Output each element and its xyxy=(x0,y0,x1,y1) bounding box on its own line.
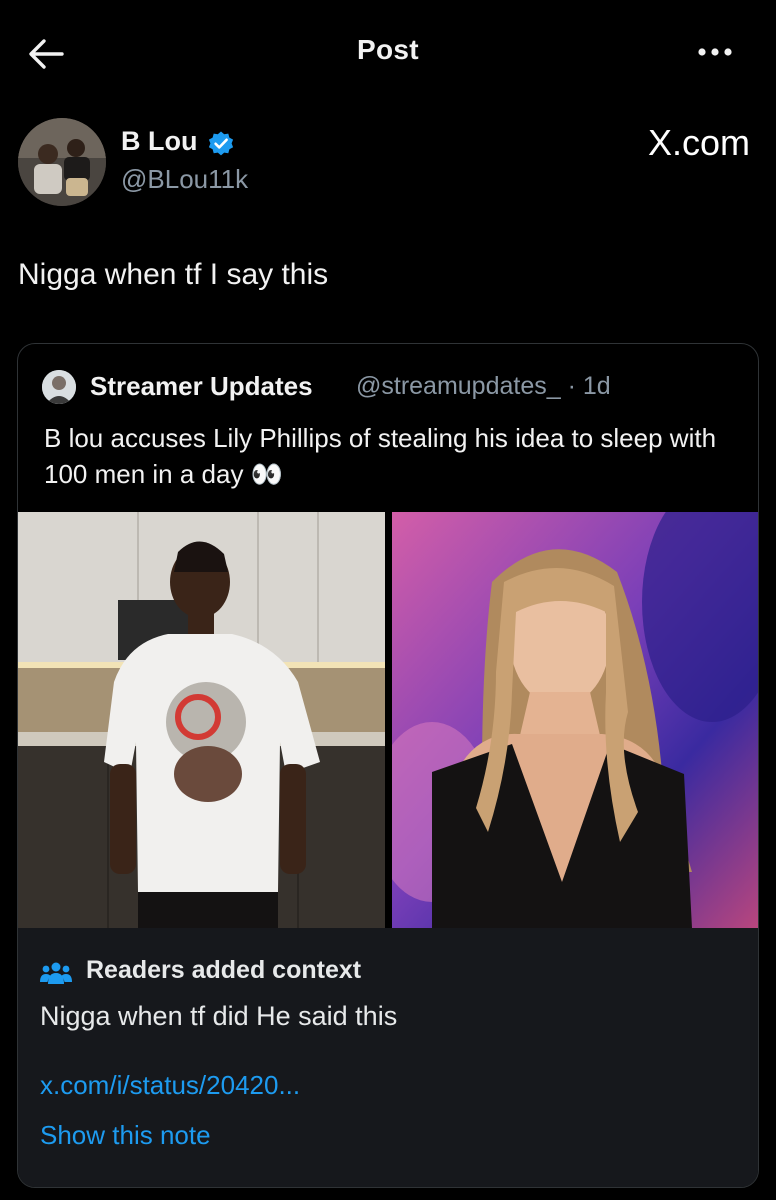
show-note-link[interactable]: Show this note xyxy=(40,1120,211,1151)
author-handle[interactable]: @BLou11k xyxy=(121,164,248,195)
quote-author-name[interactable]: Streamer Updates xyxy=(90,371,313,402)
meta-separator: · xyxy=(567,372,576,400)
top-bar: Post xyxy=(0,0,776,105)
quote-image-right[interactable] xyxy=(392,512,758,928)
quoted-post-card[interactable]: Streamer Updates @streamupdates_ · 1d B … xyxy=(17,343,759,1188)
context-title: Readers added context xyxy=(86,956,362,984)
quote-author-handle[interactable]: @streamupdates_ xyxy=(356,372,561,400)
more-horizontal-icon xyxy=(698,48,732,56)
quote-timestamp[interactable]: 1d xyxy=(583,372,611,400)
context-source-link[interactable]: x.com/i/status/20420... xyxy=(40,1070,300,1101)
verified-badge-icon xyxy=(208,131,234,156)
quote-text: B lou accuses Lily Phillips of stealing … xyxy=(44,423,717,489)
quote-image-left[interactable] xyxy=(18,512,385,928)
more-options-button[interactable] xyxy=(695,36,739,68)
x-com-watermark: X.com xyxy=(647,122,750,163)
context-body: Nigga when tf did He said this xyxy=(40,1001,398,1031)
author-avatar[interactable] xyxy=(18,118,106,206)
quote-meta: @streamupdates_ · 1d xyxy=(356,372,611,401)
community-note: Readers added context Nigga when tf did … xyxy=(18,928,758,1187)
people-icon xyxy=(40,962,72,984)
page-title: Post xyxy=(357,34,419,65)
author-name[interactable]: B Lou xyxy=(121,126,197,157)
quote-avatar[interactable] xyxy=(42,370,76,404)
post-text: Nigga when tf I say this xyxy=(18,258,329,291)
